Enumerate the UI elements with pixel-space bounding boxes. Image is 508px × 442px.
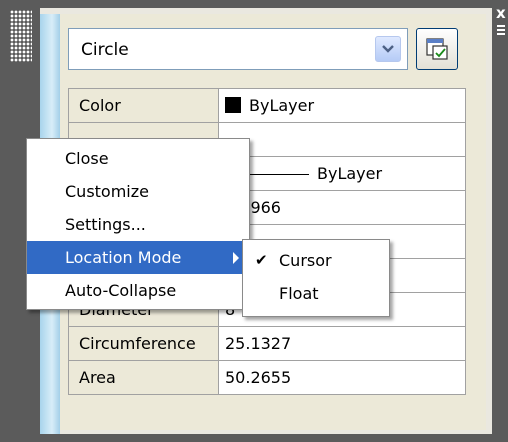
property-value-text: ByLayer	[249, 96, 315, 115]
property-value[interactable]: 25.1327	[218, 326, 466, 361]
table-row[interactable]: Color ByLayer	[68, 88, 466, 123]
submenu-arrow-icon	[233, 252, 239, 264]
object-type-dropdown[interactable]: Circle	[68, 28, 408, 70]
location-mode-submenu: ✔ Cursor Float	[242, 239, 390, 317]
color-swatch-icon	[225, 97, 241, 113]
property-value[interactable]: ByLayer	[218, 88, 466, 123]
context-menu: Close Customize Settings... Location Mod…	[26, 138, 250, 310]
menu-item-settings[interactable]: Settings...	[27, 208, 249, 241]
menu-item-close[interactable]: Close	[27, 142, 249, 175]
menu-item-label: Location Mode	[65, 248, 182, 267]
property-name: Circumference	[68, 326, 219, 361]
property-value[interactable]	[218, 122, 466, 157]
palette-options-icon[interactable]	[495, 24, 507, 38]
close-icon[interactable]: x	[496, 4, 506, 22]
quick-select-icon	[426, 38, 448, 60]
property-value[interactable]: 50.2655	[218, 360, 466, 395]
property-value[interactable]: 5.0966	[218, 190, 466, 225]
submenu-item-label: Cursor	[279, 251, 332, 270]
property-name: Area	[68, 360, 219, 395]
menu-item-customize[interactable]: Customize	[27, 175, 249, 208]
menu-item-location-mode[interactable]: Location Mode	[27, 241, 249, 274]
checkmark-icon: ✔	[255, 251, 268, 269]
object-type-value: Circle	[81, 40, 129, 60]
menu-item-auto-collapse[interactable]: Auto-Collapse	[27, 274, 249, 307]
property-name: Color	[68, 88, 219, 123]
property-value[interactable]: ByLayer	[218, 156, 466, 191]
dropdown-arrow-button[interactable]	[375, 36, 401, 62]
quick-select-button[interactable]	[416, 28, 458, 70]
submenu-item-float[interactable]: Float	[243, 277, 389, 310]
property-value-text: ByLayer	[317, 164, 383, 183]
chevron-down-icon	[382, 45, 394, 53]
table-row[interactable]: Area 50.2655	[68, 360, 466, 395]
submenu-item-cursor[interactable]: ✔ Cursor	[243, 244, 389, 277]
table-row[interactable]: Circumference 25.1327	[68, 326, 466, 361]
palette-grip[interactable]	[10, 10, 32, 62]
